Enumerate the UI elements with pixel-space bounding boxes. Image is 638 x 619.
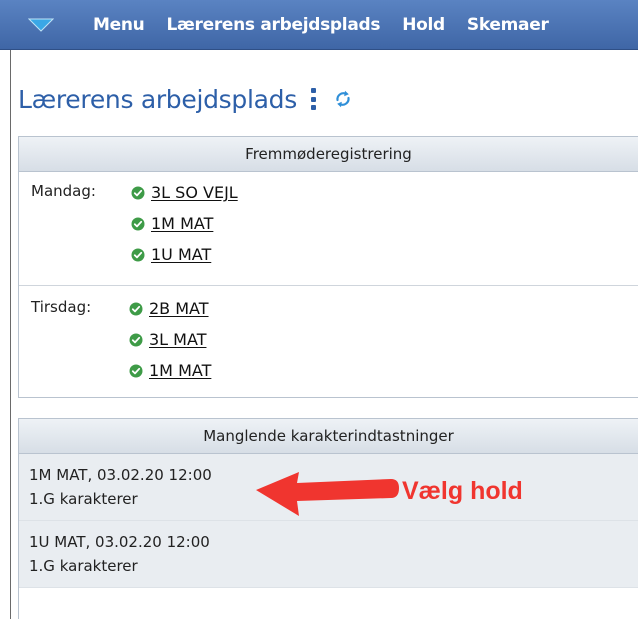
page: Menu Lærerens arbejdsplads Hold Skemaer … — [0, 0, 638, 619]
class-item: 3L SO VEJL — [131, 177, 238, 208]
missing-grades-panel-header: Manglende karakterindtastninger — [19, 419, 638, 454]
attendance-panel-header: Fremmøderegistrering — [19, 137, 638, 172]
triangle-down-icon — [28, 18, 54, 32]
class-item: 1M MAT — [131, 208, 238, 239]
check-circle-icon — [131, 186, 145, 199]
class-list: 2B MAT 3L MAT 1M MAT — [129, 293, 211, 386]
nav-item-hold[interactable]: Hold — [391, 15, 456, 35]
page-title: Lærerens arbejdsplads — [18, 84, 297, 114]
grade-entry[interactable]: 1U MAT, 03.02.20 12:00 1.G karakterer — [19, 521, 638, 588]
page-heading: Lærerens arbejdsplads — [18, 82, 353, 116]
check-circle-icon — [131, 217, 145, 230]
left-border — [10, 50, 11, 619]
top-navbar: Menu Lærerens arbejdsplads Hold Skemaer — [0, 0, 638, 50]
attendance-panel: Fremmøderegistrering Mandag: 3L SO VEJL … — [18, 136, 638, 398]
day-label: Mandag: — [31, 182, 96, 200]
check-circle-icon — [131, 248, 145, 261]
day-row-mandag: Mandag: 3L SO VEJL 1M MAT 1U MAT — [19, 172, 638, 285]
annotation-arrow-icon — [256, 472, 399, 516]
class-item: 2B MAT — [129, 293, 211, 324]
check-circle-icon — [129, 302, 143, 315]
class-link-3l-mat[interactable]: 3L MAT — [149, 330, 206, 349]
class-item: 1U MAT — [131, 239, 238, 270]
nav-item-menu[interactable]: Menu — [82, 15, 155, 35]
grade-entry-title: 1U MAT, 03.02.20 12:00 — [29, 533, 210, 551]
class-list: 3L SO VEJL 1M MAT 1U MAT — [131, 177, 238, 270]
nav-item-skemaer[interactable]: Skemaer — [456, 15, 560, 35]
nav-item-laererens-arbejdsplads[interactable]: Lærerens arbejdsplads — [155, 15, 391, 35]
class-link-1m-mat[interactable]: 1M MAT — [151, 214, 213, 233]
kebab-icon[interactable] — [311, 88, 317, 110]
nav-dropdown-toggle[interactable] — [0, 0, 82, 50]
day-label: Tirsdag: — [31, 298, 92, 316]
check-circle-icon — [129, 333, 143, 346]
class-item: 3L MAT — [129, 324, 211, 355]
day-row-tirsdag: Tirsdag: 2B MAT 3L MAT 1M MAT — [19, 285, 638, 397]
refresh-icon[interactable] — [333, 89, 353, 109]
class-link-3l-so-vejl[interactable]: 3L SO VEJL — [151, 183, 238, 202]
class-item: 1M MAT — [129, 355, 211, 386]
class-link-1u-mat[interactable]: 1U MAT — [151, 245, 211, 264]
class-link-2b-mat[interactable]: 2B MAT — [149, 299, 209, 318]
annotation-label: Vælg hold — [402, 477, 523, 505]
grade-entry-subtitle: 1.G karakterer — [29, 557, 138, 575]
class-link-1m-mat-tirsdag[interactable]: 1M MAT — [149, 361, 211, 380]
check-circle-icon — [129, 364, 143, 377]
